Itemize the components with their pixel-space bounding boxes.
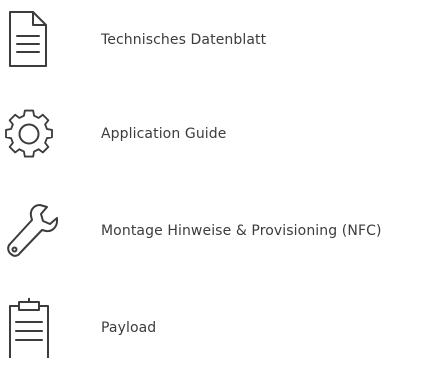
link-payload[interactable]: Payload — [0, 298, 429, 358]
link-technisches-datenblatt[interactable]: Technisches Datenblatt — [0, 10, 429, 70]
document-link-list: Technisches Datenblatt Application Guide… — [0, 0, 429, 365]
link-montage-hinweise-provisioning[interactable]: Montage Hinweise & Provisioning (NFC) — [0, 201, 429, 261]
wrench-icon — [4, 201, 62, 261]
document-link-label: Montage Hinweise & Provisioning (NFC) — [101, 223, 382, 239]
document-link-label: Application Guide — [101, 126, 227, 142]
gear-icon — [4, 104, 62, 164]
document-link-label: Technisches Datenblatt — [101, 32, 267, 48]
document-icon — [4, 10, 62, 70]
clipboard-icon — [4, 298, 62, 358]
link-application-guide[interactable]: Application Guide — [0, 104, 429, 164]
document-link-label: Payload — [101, 320, 157, 336]
